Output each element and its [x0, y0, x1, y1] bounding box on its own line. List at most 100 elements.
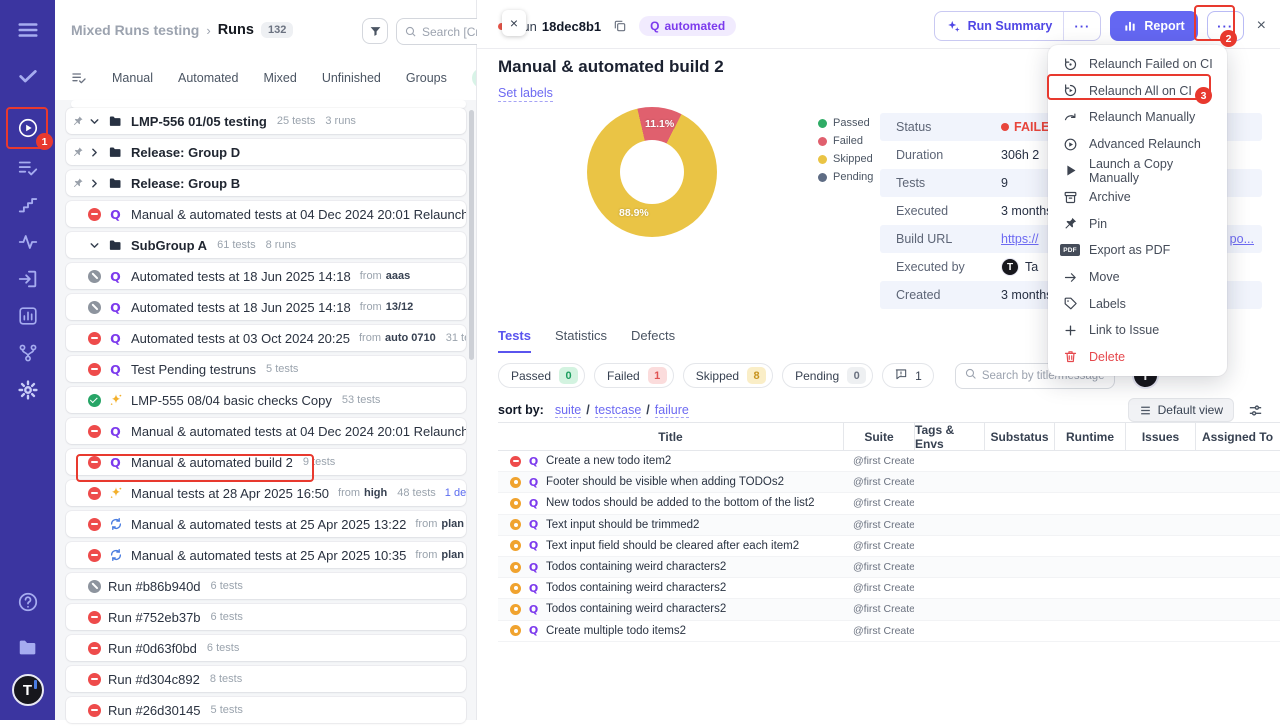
chevron-right-icon[interactable]: [88, 146, 101, 159]
automated-badge[interactable]: Qautomated: [639, 16, 737, 36]
menu-item-relaunch-all-on-ci[interactable]: Relaunch All on CI: [1048, 78, 1227, 105]
tab-statistics[interactable]: Statistics: [555, 328, 607, 353]
menu-item-relaunch-manually[interactable]: Relaunch Manually: [1048, 104, 1227, 131]
run-row[interactable]: Q Manual & automated build 2 9 tests: [66, 449, 466, 475]
sidebar-item-runs[interactable]: [17, 117, 39, 139]
table-row[interactable]: Q Text input field should be cleared afte…: [498, 536, 1280, 557]
comments-filter-pill[interactable]: 1: [882, 363, 934, 388]
sidebar-item-menu[interactable]: [17, 19, 39, 41]
table-row[interactable]: Q Todos containing weird characters2 @firs…: [498, 556, 1280, 579]
column-header-issues[interactable]: Issues: [1125, 423, 1195, 450]
sort-link-suite[interactable]: suite: [554, 403, 582, 418]
table-row[interactable]: Q Create a new todo item2 @first Create ..…: [498, 451, 1280, 473]
table-row[interactable]: Q New todos should be added to the bottom…: [498, 493, 1280, 515]
defects-link[interactable]: 1 defects: [445, 487, 466, 499]
close-run-button[interactable]: ×: [1257, 17, 1266, 35]
sidebar-item-projects[interactable]: [17, 637, 39, 659]
runs-tab-mixed[interactable]: Mixed: [263, 71, 296, 85]
menu-item-archive[interactable]: Archive: [1048, 184, 1227, 211]
default-view-button[interactable]: Default view: [1127, 398, 1234, 422]
sidebar-item-help[interactable]: [17, 591, 39, 613]
run-group-row[interactable]: LMP-556 01/05 testing 25 tests 3 runs: [66, 108, 466, 134]
run-summary-button[interactable]: Run Summary ···: [933, 11, 1102, 41]
build-url-tail[interactable]: po...: [1230, 232, 1254, 246]
sidebar-item-import[interactable]: [17, 268, 39, 290]
menu-item-launch-a-copy-manually[interactable]: Launch a Copy Manually: [1048, 157, 1227, 185]
run-row[interactable]: Q Test Pending testruns 5 tests: [66, 356, 466, 382]
sort-link-testcase[interactable]: testcase: [594, 403, 642, 418]
run-row[interactable]: Run #26d30145 5 tests: [66, 697, 466, 723]
filter-pill-failed[interactable]: Failed 1: [594, 363, 674, 388]
run-row[interactable]: Q Manual & automated tests at 04 Dec 2024…: [66, 201, 466, 227]
runs-tab-groups[interactable]: Groups: [406, 71, 447, 85]
select-runs-icon[interactable]: [71, 70, 87, 86]
menu-item-pin[interactable]: Pin: [1048, 211, 1227, 238]
runs-tab-unfinished[interactable]: Unfinished: [322, 71, 381, 85]
runs-list-scrollbar[interactable]: [469, 110, 474, 360]
chevron-down-icon[interactable]: [88, 239, 101, 252]
run-row[interactable]: Q Automated tests at 18 Jun 2025 14:18 fro…: [66, 294, 466, 320]
menu-item-link-to-issue[interactable]: Link to Issue: [1048, 317, 1227, 344]
sidebar-item-test-plans[interactable]: [17, 157, 39, 179]
chevron-right-icon[interactable]: [88, 177, 101, 190]
table-row[interactable]: Q Todos containing weird characters2 @firs…: [498, 578, 1280, 600]
table-row[interactable]: Q Footer should be visible when adding TO…: [498, 472, 1280, 494]
column-header-assigned-to[interactable]: Assigned To: [1195, 423, 1279, 450]
filter-pill-pending[interactable]: Pending 0: [782, 363, 874, 388]
panel-close-button[interactable]: ×: [502, 10, 526, 36]
run-row[interactable]: Q Automated tests at 03 Oct 2024 20:25 fro…: [66, 325, 466, 351]
run-row[interactable]: Run #d304c892 8 tests: [66, 666, 466, 692]
column-header-runtime[interactable]: Runtime: [1054, 423, 1125, 450]
sidebar-item-settings[interactable]: [17, 379, 39, 401]
run-summary-more-button[interactable]: ···: [1064, 19, 1100, 34]
user-avatar[interactable]: T: [11, 674, 44, 706]
sidebar-item-analytics[interactable]: [17, 305, 39, 327]
menu-item-move[interactable]: Move: [1048, 264, 1227, 291]
column-header-substatus[interactable]: Substatus: [984, 423, 1054, 450]
filter-button[interactable]: [362, 18, 388, 44]
menu-item-labels[interactable]: Labels: [1048, 290, 1227, 317]
chevron-down-icon[interactable]: [88, 115, 101, 128]
filter-pill-passed[interactable]: Passed 0: [498, 363, 586, 388]
tab-defects[interactable]: Defects: [631, 328, 675, 353]
menu-item-relaunch-failed-on-ci[interactable]: Relaunch Failed on CI: [1048, 51, 1227, 78]
tab-tests[interactable]: Tests: [498, 328, 531, 353]
filter-pill-skipped[interactable]: Skipped 8: [682, 363, 774, 388]
report-button[interactable]: Report: [1110, 11, 1198, 41]
column-header-title[interactable]: Title: [498, 423, 843, 450]
menu-item-export-as-pdf[interactable]: PDF Export as PDF: [1048, 237, 1227, 264]
table-row[interactable]: Q Todos containing weird characters2 @firs…: [498, 599, 1280, 621]
table-row[interactable]: Q Create multiple todo items2 @first Creat…: [498, 621, 1280, 642]
menu-item-advanced-relaunch[interactable]: Advanced Relaunch: [1048, 131, 1227, 158]
build-url-link[interactable]: https://: [1001, 232, 1039, 246]
sidebar-item-tests[interactable]: [17, 65, 39, 87]
sliders-icon[interactable]: [1247, 402, 1264, 419]
table-row[interactable]: Q Text input should be trimmed2 @first Cre…: [498, 514, 1280, 536]
run-row[interactable]: Manual tests at 28 Apr 2025 16:50 from hig…: [66, 480, 466, 506]
more-actions-button[interactable]: ···: [1206, 11, 1244, 41]
runs-tab-to[interactable]: To: [471, 68, 476, 88]
menu-item-delete[interactable]: Delete: [1048, 344, 1227, 371]
run-row[interactable]: Manual & automated tests at 25 Apr 2025 …: [66, 511, 466, 537]
run-group-row[interactable]: SubGroup A 61 tests 8 runs: [66, 232, 466, 258]
breadcrumb-project[interactable]: Mixed Runs testing: [71, 22, 199, 38]
run-row[interactable]: Run #752eb37b 6 tests: [66, 604, 466, 630]
set-labels-link[interactable]: Set labels: [498, 86, 553, 102]
runs-tab-manual[interactable]: Manual: [112, 71, 153, 85]
column-header-suite[interactable]: Suite: [843, 423, 914, 450]
run-row[interactable]: LMP-555 08/04 basic checks Copy 53 tests: [66, 387, 466, 413]
breadcrumb-section[interactable]: Runs: [218, 22, 254, 38]
sidebar-item-pulse[interactable]: [17, 231, 39, 253]
sidebar-item-branches[interactable]: [17, 342, 39, 364]
column-header-tags-envs[interactable]: Tags & Envs: [914, 423, 984, 451]
runs-tab-automated[interactable]: Automated: [178, 71, 238, 85]
run-row[interactable]: Run #b86b940d 6 tests: [66, 573, 466, 599]
run-row[interactable]: Q Automated tests at 18 Jun 2025 14:18 fro…: [66, 263, 466, 289]
run-row[interactable]: Run #0d63f0bd 6 tests: [66, 635, 466, 661]
sidebar-item-milestones[interactable]: [17, 194, 39, 216]
run-row[interactable]: Manual & automated tests at 25 Apr 2025 …: [66, 542, 466, 568]
run-group-row[interactable]: Release: Group B: [66, 170, 466, 196]
run-group-row[interactable]: Release: Group D: [66, 139, 466, 165]
run-row[interactable]: Q Manual & automated tests at 04 Dec 2024…: [66, 418, 466, 444]
sort-link-failure[interactable]: failure: [654, 403, 689, 418]
